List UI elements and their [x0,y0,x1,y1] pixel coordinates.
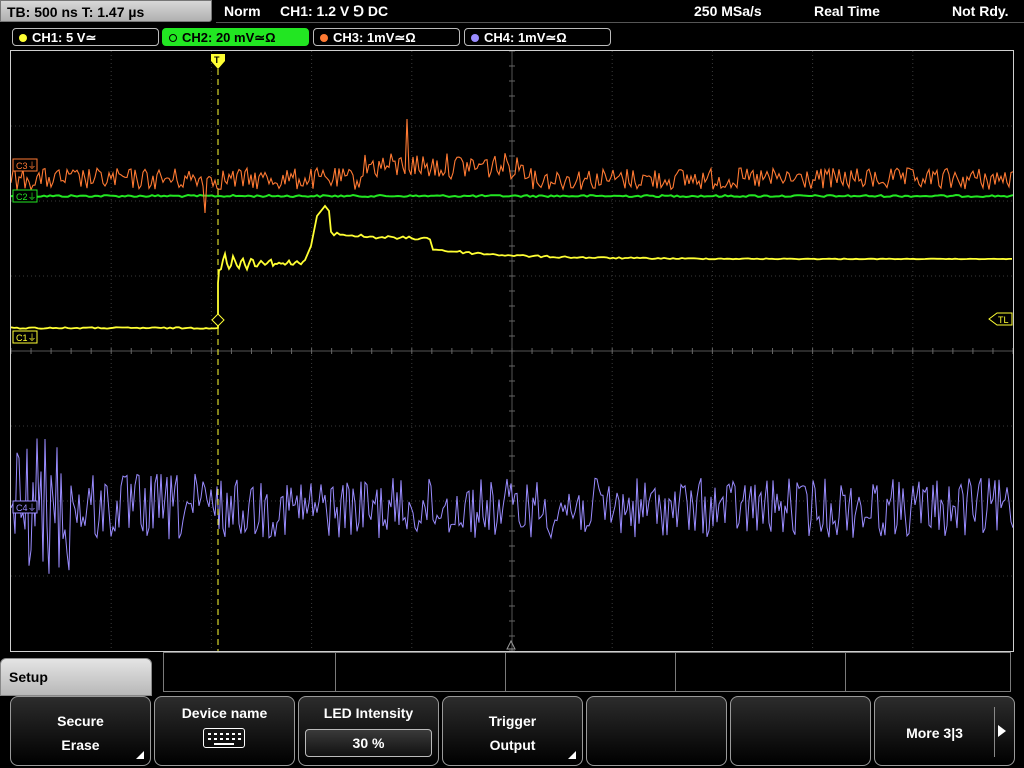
softkey-label: LED Intensity [323,705,414,721]
led-intensity-button[interactable]: LED Intensity 30 % [298,696,439,766]
ch3-marker-label: C3⏚ [16,161,37,171]
trigger-position-label: T [214,55,220,65]
strip-divider [505,653,506,691]
ch3-offset-marker[interactable]: C3⏚ [12,158,38,172]
strip-divider [845,653,846,691]
ch3-color-dot [320,33,328,42]
trigger-level-marker[interactable]: TL [988,312,1013,326]
trigger-mode-label[interactable]: Norm [224,0,261,22]
softkey-label: More 3|3 [906,725,963,741]
graticule-grid [11,51,1013,651]
strip-divider [675,653,676,691]
trigger-level-label: TL [998,315,1009,325]
secure-erase-button[interactable]: Secure Erase [10,696,151,766]
channel-tab-ch2[interactable]: CH2: 20 mV≃Ω [162,28,309,46]
trigger-position-marker[interactable]: T [211,54,225,69]
submenu-indicator-icon [568,751,576,759]
ch1-offset-marker[interactable]: C1⏚ [12,330,38,344]
channel-tab-label: CH2: 20 mV≃Ω [182,30,276,45]
acquisition-mode-label: Real Time [814,3,880,19]
softkey-label: Erase [61,737,100,753]
info-strip [163,652,1011,692]
softkey-label: Secure [57,713,104,729]
empty-softkey-5[interactable] [586,696,727,766]
sample-rate-label: 250 MSa/s [694,3,762,19]
trigger-point-marker [211,313,225,327]
channel-tab-ch1[interactable]: CH1: 5 V≃ [12,28,159,46]
trigger-status-label: Not Rdy. [952,3,1009,19]
waveform-canvas[interactable]: C3⏚ C2⏚ C1⏚ C4⏚ TL T [11,51,1013,651]
ch2-marker-label: C2⏚ [16,192,37,202]
strip-divider [335,653,336,691]
waveform-display[interactable]: C3⏚ C2⏚ C1⏚ C4⏚ TL T [10,50,1014,652]
led-intensity-value[interactable]: 30 % [305,729,432,757]
ch2-trace [11,193,1013,199]
more-menu-button[interactable]: More 3|3 [874,696,1015,766]
channel-tab-label: CH1: 5 V≃ [32,30,97,45]
horizontal-reference-marker [506,639,516,650]
softkey-label: Trigger [488,713,537,729]
ch2-offset-marker[interactable]: C2⏚ [12,189,38,203]
channel-tab-label: CH4: 1mV≃Ω [484,30,567,45]
channel-tab-ch4[interactable]: CH4: 1mV≃Ω [464,28,611,46]
keyboard-icon [203,728,245,748]
trigger-output-button[interactable]: Trigger Output [442,696,583,766]
trigger-source-label[interactable]: CH1: 1.2 V ⅁ DC [280,0,388,22]
ch4-offset-marker[interactable]: C4⏚ [12,500,38,514]
more-divider [994,707,995,757]
empty-softkey-6[interactable] [730,696,871,766]
next-page-arrow-icon [998,725,1006,737]
submenu-indicator-icon [136,751,144,759]
timebase-readout[interactable]: TB: 500 ns T: 1.47 µs [0,0,212,22]
softkey-label: Device name [181,705,268,721]
status-bar: TB: 500 ns T: 1.47 µs Norm CH1: 1.2 V ⅁ … [0,0,1024,24]
ch4-marker-label: C4⏚ [16,503,37,513]
ch4-color-dot [471,33,479,42]
channel-tab-label: CH3: 1mV≃Ω [333,30,416,45]
ch1-marker-label: C1⏚ [16,333,37,343]
ch2-color-dot [169,33,177,42]
softkey-label: Output [489,737,536,753]
ch1-color-dot [19,33,27,42]
channel-tab-ch3[interactable]: CH3: 1mV≃Ω [313,28,460,46]
menu-title-tab: Setup [0,658,152,696]
device-name-button[interactable]: Device name [154,696,295,766]
